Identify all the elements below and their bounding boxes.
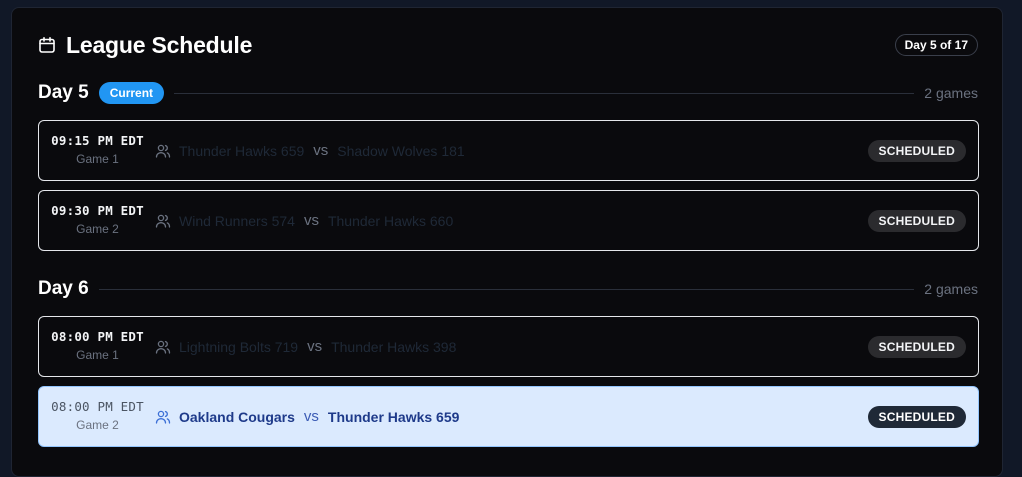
vs-label: vs [307,338,323,355]
divider [174,92,915,94]
game-card[interactable]: 09:30 PM EDT Game 2 Wind Runners 574 vs … [38,190,979,251]
schedule-panel: League Schedule Day 5 of 17 Day 5 Curren… [11,7,1003,477]
matchup: Wind Runners 574 vs Thunder Hawks 660 [155,212,453,229]
home-team: Thunder Hawks 659 [179,142,305,159]
page-title: League Schedule [66,31,253,58]
status-badge: SCHEDULED [867,210,966,232]
matchup: Lightning Bolts 719 vs Thunder Hawks 398 [155,338,456,355]
users-icon [155,409,171,425]
games-count: 2 games [924,85,978,101]
games-count: 2 games [924,281,978,297]
calendar-icon [38,36,56,54]
game-time: 08:00 PM EDT [51,399,144,414]
home-team: Oakland Cougars [179,408,295,425]
users-icon [155,339,171,355]
away-team: Thunder Hawks 660 [327,212,454,229]
matchup: Thunder Hawks 659 vs Shadow Wolves 181 [155,142,465,159]
home-team: Lightning Bolts 719 [179,338,299,355]
away-team: Thunder Hawks 398 [331,338,457,355]
day-label: Day 6 [38,278,89,299]
game-time: 09:30 PM EDT [51,203,144,218]
day-6-header: Day 6 2 games [38,278,978,300]
users-icon [155,143,171,159]
day-5-header: Day 5 Current 2 games [38,82,978,104]
game-number: Game 2 [76,222,119,236]
home-team: Wind Runners 574 [179,212,295,229]
game-time: 08:00 PM EDT [51,329,144,344]
day-progress-badge: Day 5 of 17 [894,34,978,56]
game-number: Game 1 [76,152,119,166]
users-icon [155,213,171,229]
away-team: Shadow Wolves 181 [337,142,465,159]
vs-label: vs [303,212,319,229]
status-badge: SCHEDULED [867,140,966,162]
game-card[interactable]: 08:00 PM EDT Game 1 Lightning Bolts 719 … [38,316,979,377]
divider [98,288,915,290]
game-number: Game 1 [76,348,119,362]
away-team: Thunder Hawks 659 [327,408,460,425]
vs-label: vs [303,408,319,425]
game-card-highlighted[interactable]: 08:00 PM EDT Game 2 Oakland Cougars vs T… [38,386,979,447]
matchup: Oakland Cougars vs Thunder Hawks 659 [155,408,459,425]
game-time: 09:15 PM EDT [51,133,144,148]
game-card[interactable]: 09:15 PM EDT Game 1 Thunder Hawks 659 vs… [38,120,979,181]
vs-label: vs [313,142,329,159]
game-number: Game 2 [76,418,119,432]
day-label: Day 5 [38,82,89,103]
status-badge: SCHEDULED [867,336,966,358]
schedule-header: League Schedule [38,31,253,58]
status-badge: SCHEDULED [867,406,966,428]
current-badge: Current [98,82,165,104]
